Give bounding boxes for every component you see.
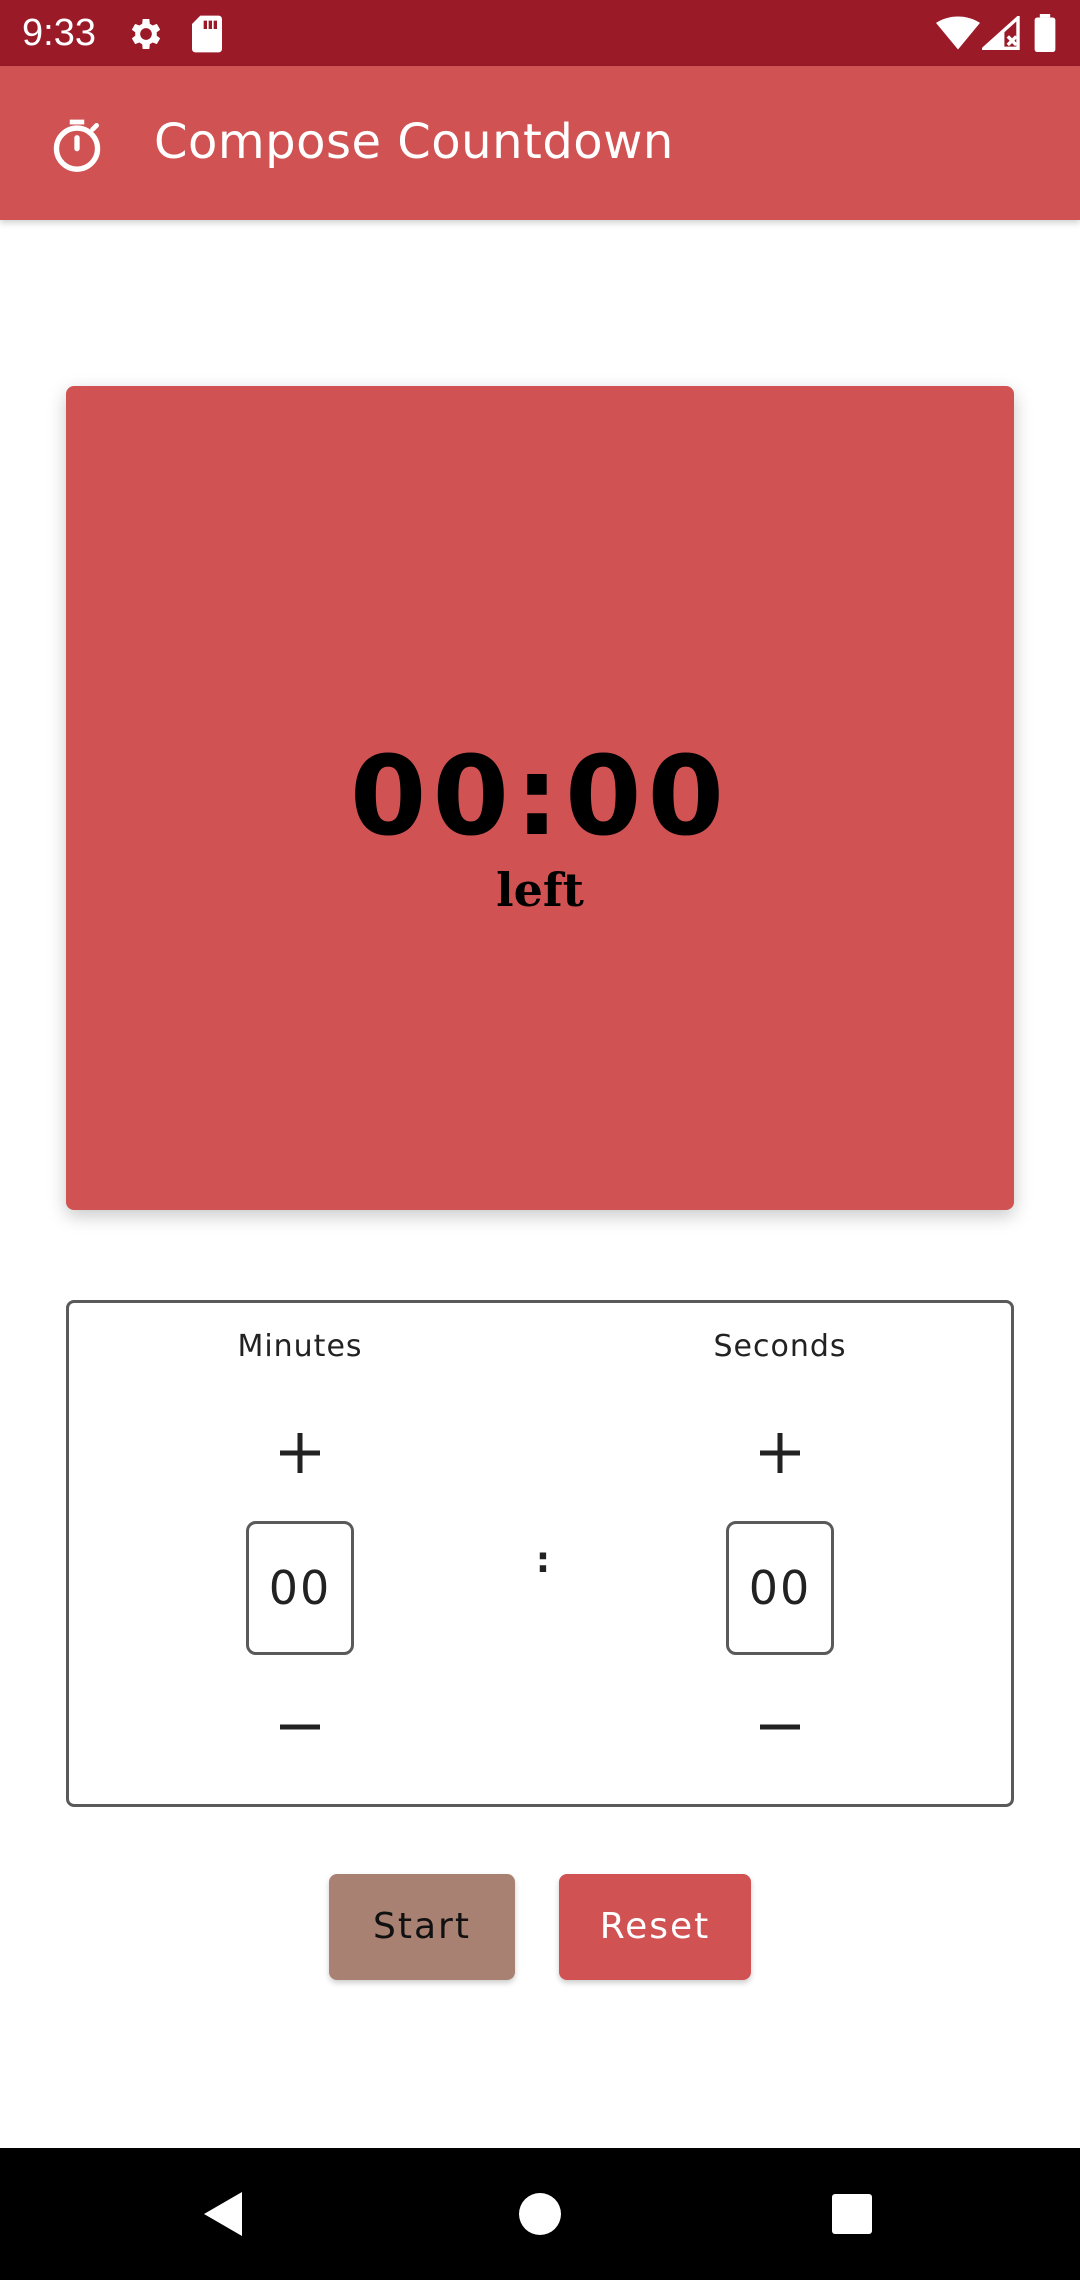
seconds-decrement-button[interactable]: [750, 1697, 810, 1757]
start-button[interactable]: Start: [329, 1874, 515, 1980]
seconds-picker: Seconds 00: [660, 1303, 900, 1804]
screen: 9:33 Compose Countdown 00:00 left Minute…: [0, 0, 1080, 2280]
app-bar: Compose Countdown: [0, 66, 1080, 220]
minutes-increment-button[interactable]: [270, 1423, 330, 1483]
minutes-value[interactable]: 00: [246, 1521, 354, 1655]
sd-card-icon: [190, 14, 224, 54]
timer-display: 00:00: [349, 732, 731, 860]
recents-icon[interactable]: [826, 2188, 878, 2240]
gear-icon: [126, 14, 166, 54]
minus-icon: [280, 1724, 320, 1730]
reset-button[interactable]: Reset: [559, 1874, 751, 1980]
seconds-value[interactable]: 00: [726, 1521, 834, 1655]
battery-icon: [1034, 14, 1056, 52]
minus-icon: [760, 1724, 800, 1730]
timer-caption: left: [496, 863, 584, 917]
minutes-picker: Minutes 00: [180, 1303, 420, 1804]
status-bar: 9:33: [0, 0, 1080, 66]
time-picker: Minutes 00 : Seconds 00: [66, 1300, 1014, 1807]
minutes-decrement-button[interactable]: [270, 1697, 330, 1757]
minutes-label: Minutes: [237, 1329, 363, 1364]
wifi-icon: [936, 16, 980, 50]
timer-icon: [48, 116, 106, 174]
status-time: 9:33: [22, 12, 96, 54]
back-icon[interactable]: [198, 2188, 250, 2240]
timer-card: 00:00 left: [66, 386, 1014, 1210]
navigation-bar: [0, 2148, 1080, 2280]
time-separator: :: [535, 1540, 551, 1581]
home-icon[interactable]: [514, 2188, 566, 2240]
app-title: Compose Countdown: [154, 114, 674, 170]
seconds-label: Seconds: [713, 1329, 847, 1364]
plus-icon: [280, 1433, 320, 1473]
cell-signal-icon: [982, 16, 1020, 50]
plus-icon: [760, 1433, 800, 1473]
seconds-increment-button[interactable]: [750, 1423, 810, 1483]
